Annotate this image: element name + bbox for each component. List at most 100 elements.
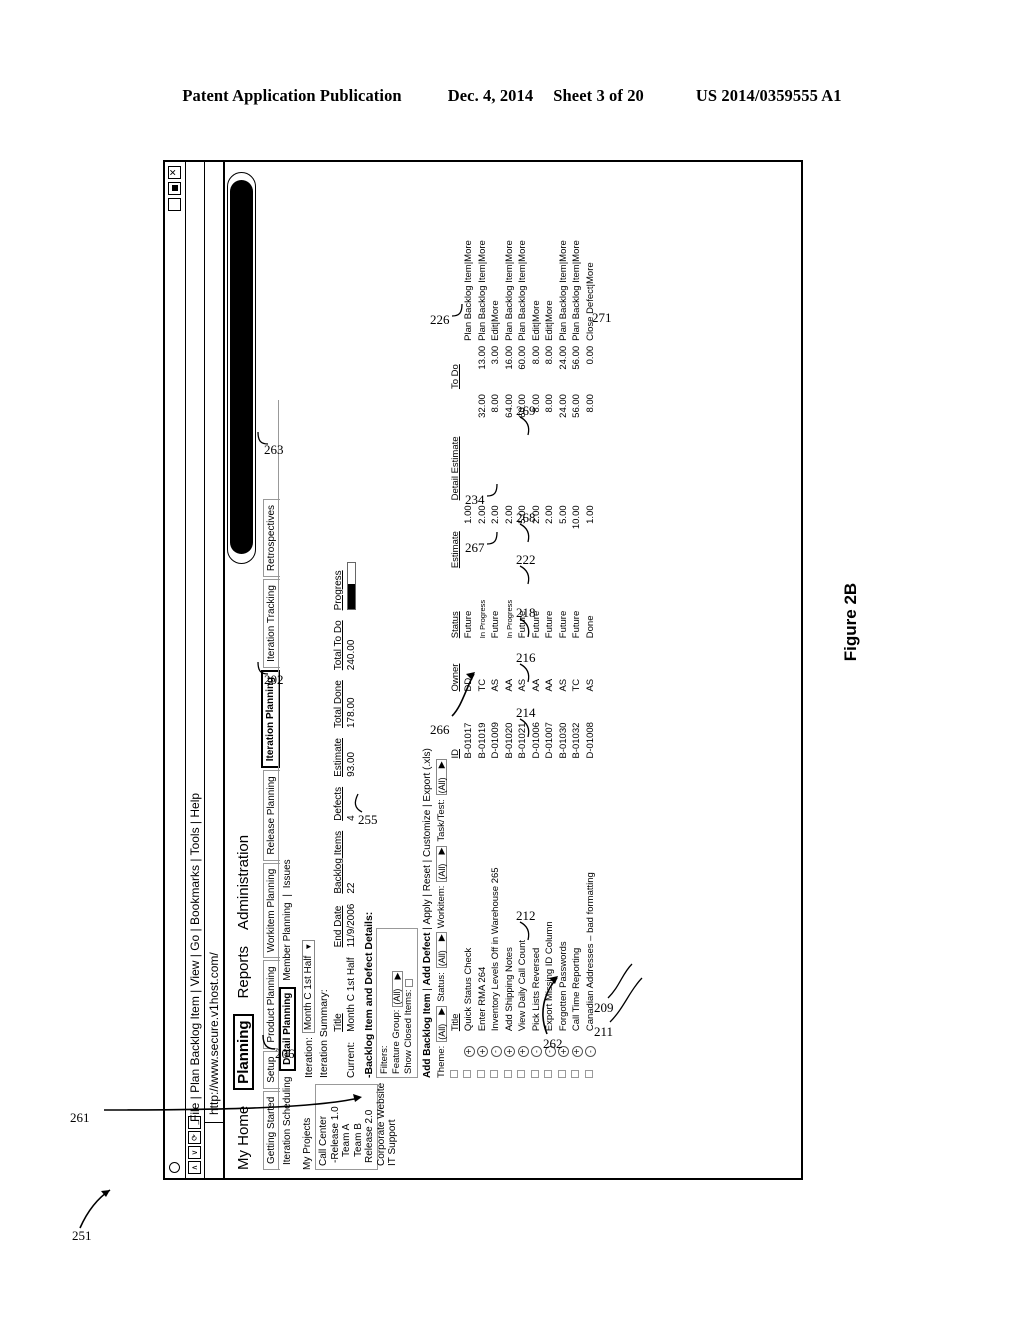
status-filter-value: (All) — [436, 950, 447, 967]
row-checkbox[interactable] — [584, 1070, 593, 1078]
add-defect-button[interactable]: Add Defect — [422, 933, 433, 986]
select-all-checkbox[interactable] — [450, 1070, 458, 1078]
summary-col-backlog-items[interactable]: Backlog Items — [332, 821, 345, 894]
row-checkbox[interactable] — [571, 1070, 579, 1078]
expand-toggle-icon[interactable]: - — [490, 1046, 502, 1057]
workitem-filter-dropdown[interactable]: (All) ▶ — [436, 845, 447, 882]
summary-col-end-date[interactable]: End Date — [332, 894, 345, 948]
row-checkbox[interactable] — [557, 1070, 566, 1078]
summary-col-title[interactable]: Title — [332, 947, 345, 1032]
summary-col-progress[interactable]: Progress — [332, 552, 345, 610]
row-select-cell — [462, 1057, 476, 1078]
callout-label: 271 — [592, 310, 612, 325]
expand-toggle-icon[interactable]: + — [517, 1046, 529, 1057]
expand-toggle-icon[interactable]: + — [463, 1046, 475, 1057]
minimize-icon[interactable]: _ — [167, 198, 181, 211]
row-actions[interactable]: Plan Backlog Item|More — [516, 170, 530, 341]
summary-col-total-done[interactable]: Total Done — [332, 670, 345, 728]
row-checkbox[interactable] — [530, 1070, 539, 1078]
row-checkbox[interactable] — [490, 1070, 498, 1078]
maximize-icon[interactable] — [168, 182, 181, 195]
tasktest-filter-dropdown[interactable]: (All) ▶ — [436, 759, 447, 796]
row-actions[interactable]: Plan Backlog Item|More — [503, 170, 517, 341]
col-estimate[interactable]: Estimate — [450, 500, 462, 568]
reset-button[interactable]: Reset — [422, 865, 433, 891]
add-backlog-item-button[interactable]: Add Backlog Item — [422, 994, 433, 1078]
row-title[interactable]: Add Shipping Notes — [503, 759, 517, 1031]
row-id[interactable]: D-01008 — [584, 692, 598, 758]
row-title[interactable]: Inventory Levels Off in Warehouse 265 — [489, 759, 503, 1031]
row-owner: AA — [503, 678, 515, 692]
show-closed-checkbox[interactable] — [405, 978, 413, 987]
url-text[interactable]: http://www.secure.v1host.com/ — [207, 952, 221, 1122]
row-id[interactable]: B-01020 — [503, 692, 517, 759]
sheet-number: Sheet 3 of 20 — [553, 86, 644, 105]
table-row: + Add Shipping Notes B-01020 AA In Progress 2… — [503, 170, 517, 1078]
nav-administration[interactable]: Administration — [235, 835, 252, 930]
close-icon[interactable]: ✕ — [168, 166, 181, 179]
row-select-cell — [543, 1057, 557, 1078]
row-actions[interactable]: Edit|More — [530, 170, 544, 340]
row-detail-estimate: 32.00 — [476, 394, 488, 418]
menu-items[interactable]: File | Plan Backlog Item | View | Go | B… — [188, 793, 202, 1122]
summary-col-defects[interactable]: Defects — [332, 777, 345, 821]
row-todo: 8.00 — [530, 345, 542, 365]
export-button[interactable]: Export (.xls) — [422, 748, 433, 801]
expand-toggle-icon[interactable]: + — [504, 1046, 515, 1057]
apply-button[interactable]: Apply — [422, 899, 433, 924]
theme-filter-label: Theme: — [436, 1045, 447, 1078]
url-bar[interactable]: http://www.secure.v1host.com/ — [205, 162, 225, 1178]
row-checkbox[interactable] — [517, 1070, 525, 1078]
summary-col-estimate[interactable]: Estimate — [332, 728, 345, 777]
tasktest-filter-label: Task/Test: — [436, 799, 447, 842]
col-detail-estimate[interactable]: Detail Estimate — [450, 389, 462, 500]
row-toggle-cell: - — [489, 1031, 503, 1057]
row-actions[interactable]: Edit|More — [489, 170, 503, 340]
row-id[interactable]: B-01032 — [570, 692, 584, 759]
row-id[interactable]: D-01009 — [489, 692, 503, 758]
subnav-member-planning[interactable]: Member Planning — [282, 899, 293, 983]
callout-212: 212 — [516, 908, 536, 941]
iteration-value: Month C 1st Half — [303, 955, 314, 1031]
row-toggle-cell: + — [516, 1031, 530, 1057]
publication-date: Dec. 4, 2014 — [447, 86, 534, 105]
summary-col-total-todo[interactable]: Total To Do — [332, 610, 345, 670]
row-title[interactable]: View Daily Call Count — [516, 759, 530, 1031]
col-status[interactable]: Status — [450, 568, 462, 638]
row-actions[interactable]: Plan Backlog Item|More — [557, 170, 571, 341]
callout-214: 214 — [516, 705, 536, 738]
row-select-cell — [530, 1057, 544, 1078]
nav-planning[interactable]: Planning — [233, 1014, 254, 1090]
status-filter-dropdown[interactable]: (All) ▶ — [436, 932, 447, 969]
row-todo: 0.00 — [584, 345, 596, 365]
row-checkbox[interactable] — [463, 1070, 471, 1078]
row-title[interactable]: Enter RMA 264 — [476, 759, 490, 1031]
forward-icon[interactable]: ∨ — [188, 1146, 201, 1159]
row-actions[interactable]: Edit|More — [543, 170, 557, 340]
summary-end-date: 11/9/2006 — [346, 903, 357, 948]
feature-group-dropdown[interactable]: (All) ▶ — [391, 970, 403, 1007]
row-id[interactable]: B-01030 — [557, 692, 571, 759]
col-todo[interactable]: To Do — [450, 341, 462, 389]
iteration-dropdown[interactable]: Month C 1st Half ▼ — [302, 939, 315, 1034]
back-icon[interactable]: ∧ — [188, 1161, 201, 1174]
col-select — [450, 1057, 462, 1078]
table-row: + Call Time Reporting B-01032 TC Future 10.00… — [570, 170, 584, 1078]
patent-header: Patent Application Publication Dec. 4, 2… — [0, 86, 1024, 106]
expand-toggle-icon[interactable]: + — [477, 1046, 488, 1057]
subnav-separator: | — [282, 894, 293, 897]
nav-reports[interactable]: Reports — [235, 946, 252, 999]
summary-title: Month C 1st Half — [346, 957, 357, 1032]
row-select-cell — [557, 1057, 571, 1078]
row-status: Future — [463, 610, 474, 639]
row-title[interactable]: Quick Status Check — [462, 759, 476, 1031]
table-row: - Canadian Addresses – bad formatting D-01… — [584, 170, 598, 1078]
theme-filter-dropdown[interactable]: (All) ▶ — [436, 1005, 447, 1042]
col-title[interactable]: Title — [450, 759, 462, 1032]
customize-button[interactable]: Customize — [422, 810, 433, 857]
row-checkbox[interactable] — [544, 1070, 552, 1078]
subnav-issues[interactable]: Issues — [282, 856, 293, 891]
row-checkbox[interactable] — [476, 1070, 485, 1078]
row-actions[interactable]: Plan Backlog Item|More — [570, 170, 584, 341]
row-checkbox[interactable] — [503, 1070, 512, 1078]
